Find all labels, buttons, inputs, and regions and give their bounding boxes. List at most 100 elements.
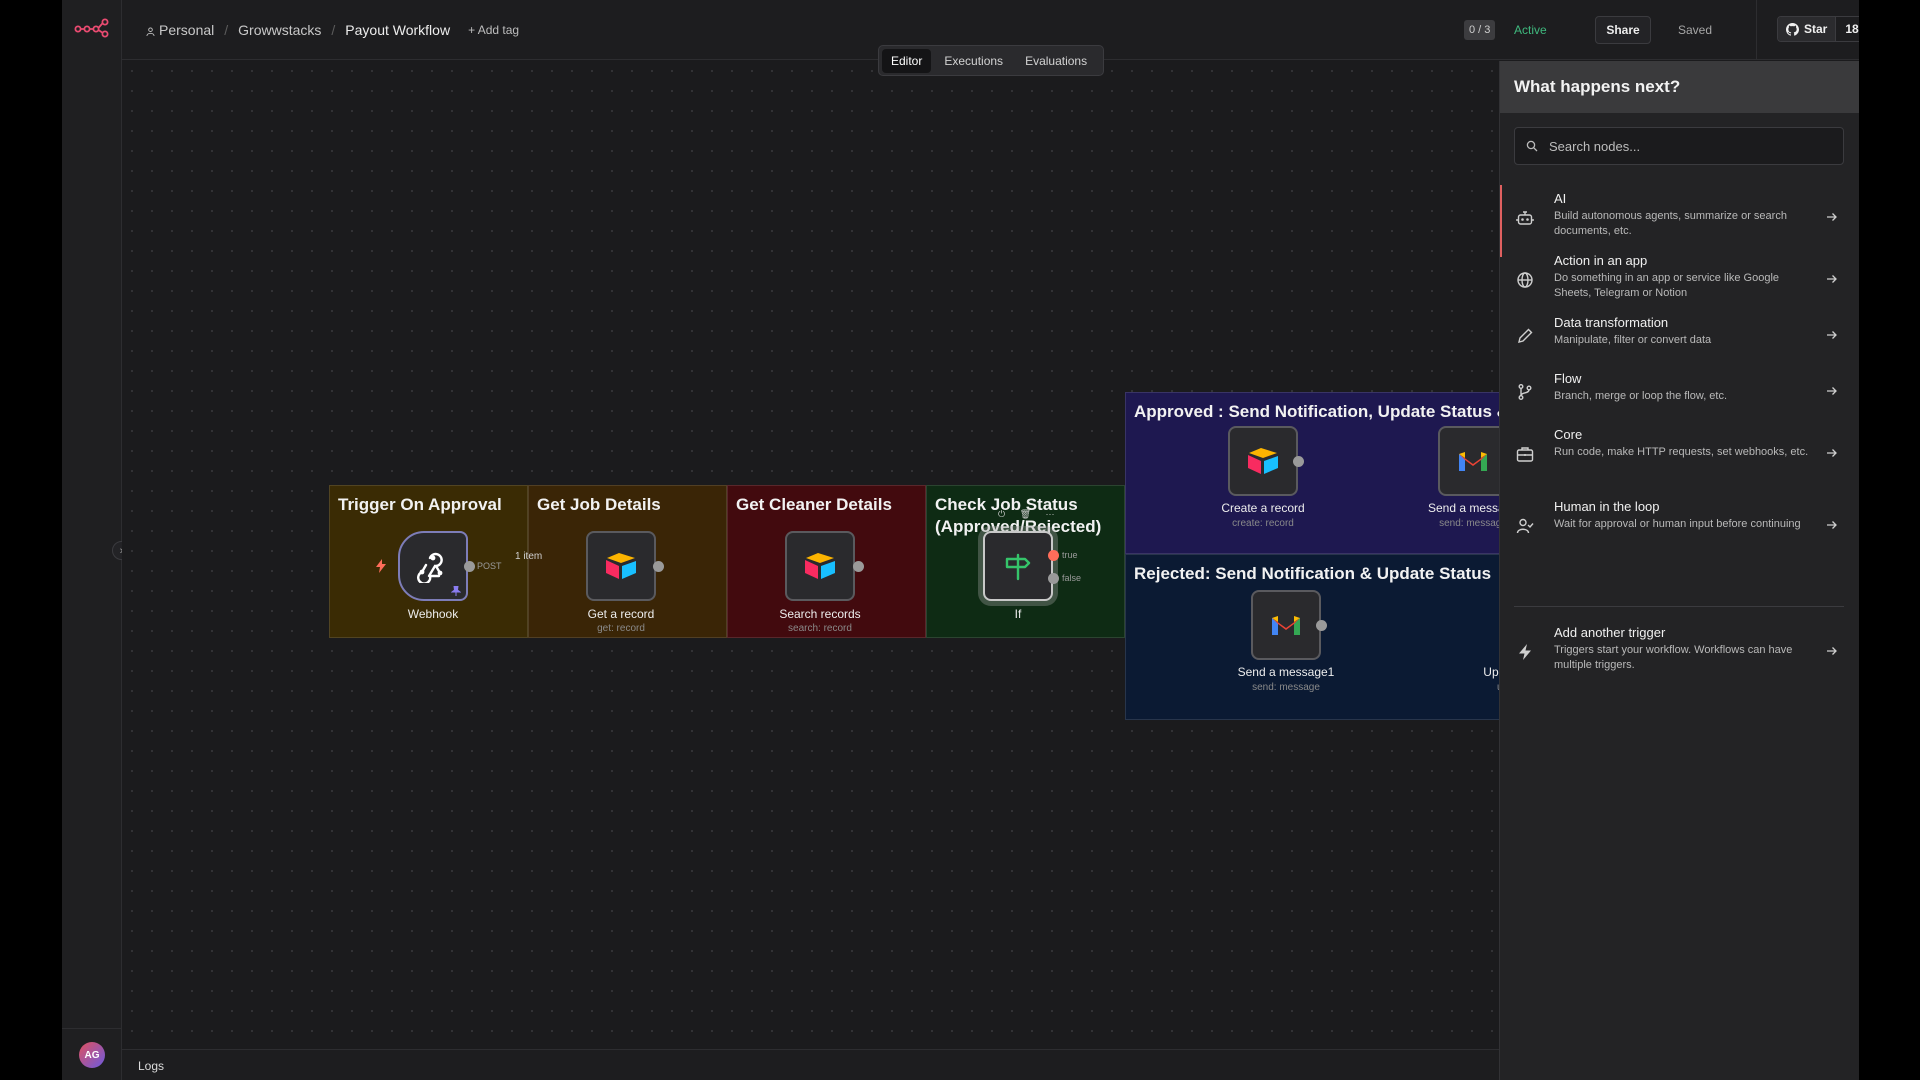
header-divider (1756, 0, 1757, 60)
saved-status: Saved (1678, 23, 1713, 37)
workflow-name[interactable]: Payout Workflow (345, 22, 450, 38)
logs-label: Logs (138, 1059, 165, 1073)
arrow-right-icon (1827, 331, 1837, 339)
node-output-handle[interactable] (1316, 620, 1327, 631)
category-human-in-the-loop[interactable]: Human in the loop Wait for approval or h… (1500, 495, 1859, 557)
category-description: Manipulate, filter or convert data (1554, 334, 1712, 346)
category-title: Data transformation (1554, 315, 1669, 330)
category-data-transformation[interactable]: Data transformation Manipulate, filter o… (1500, 311, 1859, 367)
n8n-app: AG › Personal / Growwstacks / Payout Wor… (62, 0, 1859, 1080)
node-send-message1[interactable] (1251, 590, 1321, 660)
user-avatar[interactable]: AG (79, 1042, 105, 1068)
category-description: Do something in an app or service like G… (1554, 272, 1780, 299)
node-label: Search records (779, 607, 861, 621)
node-subtitle: create: record (1232, 518, 1294, 529)
panel-header: What happens next? (1500, 61, 1859, 113)
search-icon (1526, 140, 1538, 152)
pen-icon (1518, 328, 1533, 343)
if-icon (1005, 553, 1031, 581)
node-subtitle: search: record (788, 623, 852, 634)
category-description: Wait for approval or human input before … (1554, 518, 1801, 530)
breadcrumb: Personal / Growwstacks / Payout Workflow… (146, 22, 519, 38)
node-output-handle[interactable] (1293, 456, 1304, 467)
github-star-count: 183,187 (1835, 17, 1859, 41)
port-label-false: false (1062, 573, 1082, 583)
sticky-title: Get Cleaner Details (736, 495, 892, 514)
category-title: Action in an app (1554, 253, 1648, 268)
port-label-true: true (1062, 550, 1078, 560)
gmail-icon (1272, 616, 1300, 635)
sticky-title: Rejected: Send Notification & Update Sta… (1134, 564, 1492, 583)
breadcrumb-separator: / (224, 22, 229, 38)
toolbox-icon (1516, 447, 1534, 462)
category-title: Core (1554, 427, 1583, 442)
node-create-record[interactable] (1228, 426, 1298, 496)
share-button[interactable]: Share (1595, 16, 1651, 44)
node-search (1514, 127, 1844, 165)
user-check-icon (1516, 518, 1534, 534)
airtable-icon (1248, 448, 1278, 474)
arrow-right-icon (1827, 387, 1837, 395)
workflow-canvas[interactable]: Trigger On Approval Get Job Details Get … (122, 61, 1600, 1049)
panel-divider (1514, 606, 1844, 607)
node-label: Send a message1 (1237, 665, 1335, 679)
tab-evaluations[interactable]: Evaluations (1016, 49, 1096, 73)
category-title: Flow (1554, 371, 1582, 386)
arrow-right-icon (1827, 275, 1837, 283)
breadcrumb-project[interactable]: Growwstacks (238, 22, 321, 38)
panel-title: What happens next? (1514, 77, 1681, 96)
node-toolbar[interactable]: ⏻ 🗑 ⋯ (998, 509, 1061, 520)
arrow-right-icon (1827, 521, 1837, 529)
node-output-handle[interactable] (853, 561, 864, 572)
github-star[interactable]: Star (1778, 17, 1836, 41)
pin-icon (451, 586, 461, 596)
robot-icon (1516, 211, 1534, 225)
category-ai[interactable]: AI Build autonomous agents, summarize or… (1500, 185, 1859, 257)
eval-counter-badge[interactable]: 0 / 3 (1464, 20, 1496, 40)
category-add-trigger[interactable]: Add another trigger Triggers start your … (1500, 621, 1859, 683)
airtable-icon (606, 553, 636, 579)
tab-executions[interactable]: Executions (935, 49, 1012, 73)
left-rail: AG (62, 0, 122, 1080)
tab-editor[interactable]: Editor (882, 48, 932, 73)
node-output-handle[interactable] (653, 561, 664, 572)
connection-item-count: 1 item (515, 551, 543, 562)
add-trigger[interactable]: Add another trigger Triggers start your … (1500, 621, 1859, 683)
breadcrumb-personal[interactable]: Personal (146, 22, 214, 38)
category-flow[interactable]: Flow Branch, merge or loop the flow, etc… (1500, 367, 1859, 423)
github-star-button[interactable]: Star 183,187 (1777, 16, 1859, 42)
logs-bar[interactable]: Logs (122, 1049, 1499, 1080)
search-input[interactable] (1549, 128, 1839, 164)
sticky-title: Trigger On Approval (338, 495, 502, 514)
category-core[interactable]: Core Run code, make HTTP requests, set w… (1500, 423, 1859, 495)
node-get-record[interactable] (586, 531, 656, 601)
category-list: AI Build autonomous agents, summarize or… (1500, 185, 1859, 557)
category-title: Human in the loop (1554, 499, 1660, 514)
node-output-true-handle[interactable] (1048, 550, 1059, 561)
category-description: Run code, make HTTP requests, set webhoo… (1554, 446, 1809, 458)
category-action-in-app[interactable]: Action in an app Do something in an app … (1500, 249, 1859, 311)
rail-divider (62, 1028, 122, 1029)
bolt-icon (1519, 644, 1531, 660)
node-send-message[interactable] (1438, 426, 1508, 496)
node-if[interactable] (983, 531, 1053, 601)
node-creator-panel: What happens next? AI Build autonomous a… (1499, 61, 1859, 1080)
node-subtitle: send: message (1252, 682, 1320, 693)
node-output-false-handle[interactable] (1048, 573, 1059, 584)
category-description: Triggers start your workflow. Workflows … (1554, 644, 1793, 671)
n8n-logo-icon[interactable] (74, 16, 110, 38)
active-toggle[interactable]: Active (1514, 23, 1547, 37)
branch-icon (1518, 384, 1532, 400)
arrow-right-icon (1827, 213, 1837, 221)
node-label: Webhook (407, 607, 459, 621)
sticky-title: Get Job Details (537, 495, 661, 514)
add-tag-button[interactable]: + Add tag (468, 23, 519, 37)
node-output-handle[interactable] (464, 561, 475, 572)
webhook-icon (417, 552, 443, 583)
sticky-rejected[interactable]: Rejected: Send Notification & Update Sta… (1125, 554, 1525, 720)
port-label-post: POST (477, 561, 502, 571)
category-title: AI (1554, 191, 1567, 206)
category-description: Build autonomous agents, summarize or se… (1554, 210, 1787, 237)
node-search-records[interactable] (785, 531, 855, 601)
view-tabs: Editor Executions Evaluations (878, 45, 1104, 76)
